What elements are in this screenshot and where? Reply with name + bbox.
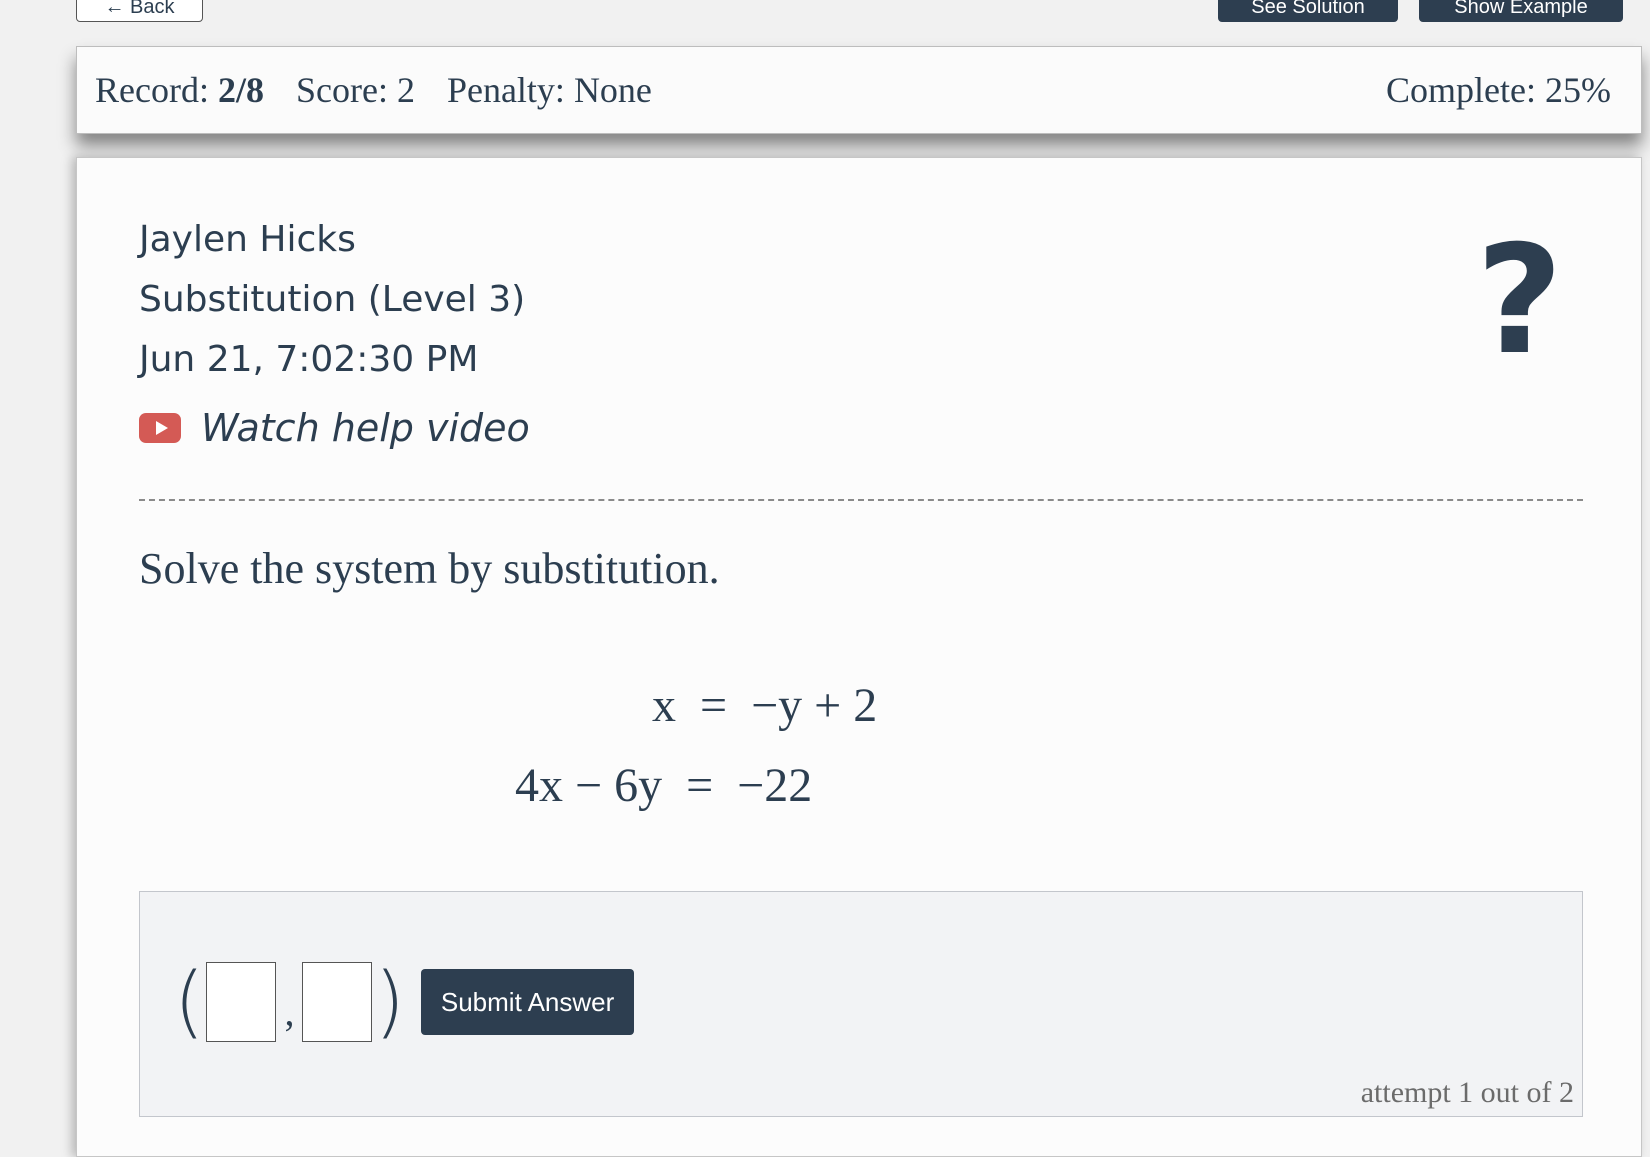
- topic-title: Substitution (Level 3): [139, 279, 526, 320]
- answer-area: ( , ) Submit Answer attempt 1 out of 2: [139, 891, 1583, 1117]
- answer-row: ( , ) Submit Answer: [174, 957, 635, 1047]
- problem-card: Jaylen Hicks Substitution (Level 3) Jun …: [76, 157, 1642, 1157]
- penalty-stat: Penalty: None: [446, 70, 652, 110]
- answer-y-input[interactable]: [302, 962, 373, 1042]
- score-stat: Score: 2: [295, 70, 415, 110]
- problem-prompt: Solve the system by substitution.: [139, 544, 720, 593]
- record-stat: Record: 2/8: [95, 69, 264, 111]
- show-example-button[interactable]: Show Example: [1419, 0, 1623, 22]
- record-value: 2/8: [217, 70, 264, 110]
- equation-1: x = −y + 2: [652, 679, 878, 732]
- video-link-label: Watch help video: [201, 406, 530, 450]
- problem-info: Jaylen Hicks Substitution (Level 3) Jun …: [139, 210, 525, 390]
- video-play-icon: [139, 413, 181, 443]
- divider: [139, 499, 1583, 501]
- back-button[interactable]: ← Back: [76, 0, 203, 22]
- answer-x-input[interactable]: [206, 962, 277, 1042]
- watch-help-video-link[interactable]: Watch help video: [139, 406, 530, 450]
- answer-comma: ,: [284, 988, 295, 1034]
- submit-answer-button[interactable]: Submit Answer: [420, 969, 635, 1035]
- equation-2: 4x − 6y = −22: [515, 759, 813, 812]
- record-label: Record:: [95, 70, 209, 110]
- attempt-counter: attempt 1 out of 2: [1360, 1076, 1574, 1109]
- stats-bar: Record: 2/8 Score: 2 Penalty: None Compl…: [76, 46, 1642, 134]
- question-mark-icon[interactable]: ?: [1476, 226, 1563, 376]
- open-paren: (: [174, 957, 205, 1047]
- see-solution-button[interactable]: See Solution: [1218, 0, 1398, 22]
- complete-stat: Complete: 25%: [1386, 70, 1611, 110]
- student-name: Jaylen Hicks: [139, 219, 356, 260]
- timestamp: Jun 21, 7:02:30 PM: [139, 339, 479, 380]
- stats-left: Record: 2/8 Score: 2 Penalty: None: [95, 69, 652, 111]
- close-paren: ): [374, 957, 405, 1047]
